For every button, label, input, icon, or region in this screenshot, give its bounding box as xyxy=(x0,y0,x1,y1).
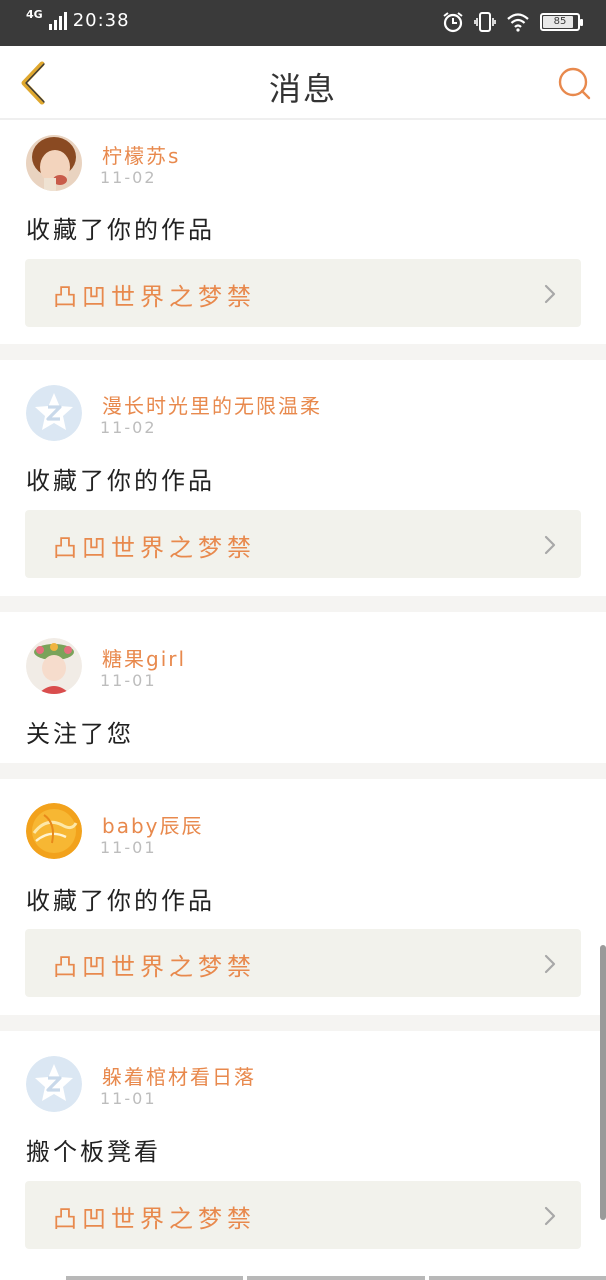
message-item[interactable]: 漫长时光里的无限温柔 11-02 收藏了你的作品 凸凹世界之梦禁 xyxy=(0,360,606,596)
message-date: 11-01 xyxy=(100,838,157,857)
search-icon[interactable] xyxy=(556,66,592,102)
chevron-right-icon xyxy=(544,535,556,555)
message-date: 11-02 xyxy=(100,418,157,437)
vibrate-icon xyxy=(474,12,496,32)
alarm-icon xyxy=(443,12,463,33)
user-name[interactable]: baby辰辰 xyxy=(102,810,203,839)
battery-level: 85 xyxy=(553,16,567,27)
avatar[interactable] xyxy=(26,638,82,694)
avatar[interactable] xyxy=(26,135,82,191)
user-name[interactable]: 柠檬苏s xyxy=(102,140,180,169)
user-name[interactable]: 糖果girl xyxy=(102,643,186,672)
work-title: 凸凹世界之梦禁 xyxy=(53,1205,256,1233)
message-date: 11-01 xyxy=(100,1089,157,1108)
work-title: 凸凹世界之梦禁 xyxy=(53,953,256,981)
status-bar: 4G 20:38 85 xyxy=(0,0,606,46)
message-date: 11-01 xyxy=(100,671,157,690)
message-item[interactable]: 躲着棺材看日落 11-01 搬个板凳看 凸凹世界之梦禁 xyxy=(0,1031,606,1267)
nav-bar: 消息 xyxy=(0,46,606,120)
avatar[interactable] xyxy=(26,385,82,441)
signal-icon xyxy=(48,11,67,30)
work-link-card[interactable]: 凸凹世界之梦禁 xyxy=(25,1181,581,1249)
tab-indicator xyxy=(247,1276,425,1280)
bottom-tab-indicator xyxy=(66,1276,606,1280)
network-type: 4G xyxy=(26,8,43,21)
message-item[interactable]: baby辰辰 11-01 收藏了你的作品 凸凹世界之梦禁 xyxy=(0,779,606,1015)
message-action: 搬个板凳看 xyxy=(26,1138,161,1166)
user-name[interactable]: 漫长时光里的无限温柔 xyxy=(102,390,322,419)
page-title: 消息 xyxy=(268,70,337,108)
message-date: 11-02 xyxy=(100,168,157,187)
tab-indicator xyxy=(428,1276,606,1280)
divider xyxy=(0,596,606,612)
wifi-icon xyxy=(507,13,529,32)
divider xyxy=(0,344,606,360)
avatar[interactable] xyxy=(26,803,82,859)
message-action: 收藏了你的作品 xyxy=(26,887,215,915)
scrollbar[interactable] xyxy=(600,945,606,1220)
work-link-card[interactable]: 凸凹世界之梦禁 xyxy=(25,929,581,997)
work-title: 凸凹世界之梦禁 xyxy=(53,283,256,311)
status-time: 20:38 xyxy=(72,10,130,31)
message-list: 柠檬苏s 11-02 收藏了你的作品 凸凹世界之梦禁 漫长时光里的无限温柔 11… xyxy=(0,122,606,1267)
divider xyxy=(0,763,606,779)
divider xyxy=(0,1015,606,1031)
message-item[interactable]: 柠檬苏s 11-02 收藏了你的作品 凸凹世界之梦禁 xyxy=(0,122,606,344)
user-name[interactable]: 躲着棺材看日落 xyxy=(102,1061,256,1090)
message-action: 关注了您 xyxy=(26,720,134,748)
work-link-card[interactable]: 凸凹世界之梦禁 xyxy=(25,259,581,327)
work-link-card[interactable]: 凸凹世界之梦禁 xyxy=(25,510,581,578)
tab-indicator xyxy=(66,1276,244,1280)
chevron-right-icon xyxy=(544,954,556,974)
message-action: 收藏了你的作品 xyxy=(26,216,215,244)
message-item[interactable]: 糖果girl 11-01 关注了您 xyxy=(0,612,606,763)
chevron-right-icon xyxy=(544,284,556,304)
work-title: 凸凹世界之梦禁 xyxy=(53,534,256,562)
message-action: 收藏了你的作品 xyxy=(26,467,215,495)
avatar[interactable] xyxy=(26,1056,82,1112)
chevron-right-icon xyxy=(544,1206,556,1226)
battery-icon: 85 xyxy=(540,13,583,31)
